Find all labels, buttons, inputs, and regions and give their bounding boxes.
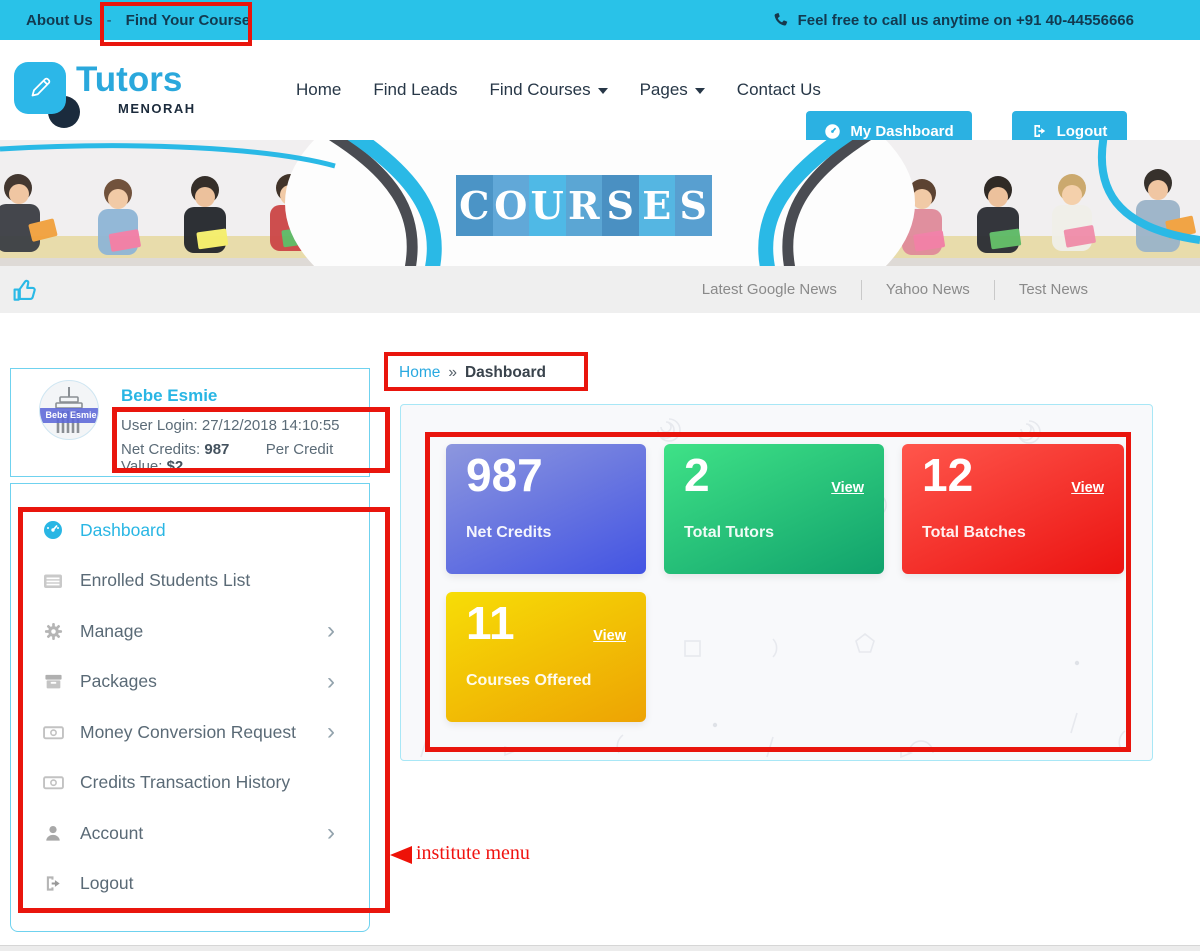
card-value: 987	[466, 448, 543, 502]
phone-callout: Feel free to call us anytime on +91 40-4…	[772, 12, 1134, 29]
banner-title: C O U R S E S	[456, 175, 712, 236]
news-link-test[interactable]: Test News	[995, 281, 1112, 298]
menu-item-money-conversion[interactable]: Money Conversion Request ›	[11, 707, 369, 758]
menu-item-enrolled-students[interactable]: Enrolled Students List	[11, 556, 369, 607]
chevron-right-icon: ›	[327, 670, 335, 694]
site-logo[interactable]: Tutors MENORAH	[12, 52, 232, 130]
annotation-arrow-left-icon	[390, 846, 412, 864]
menu-item-dashboard[interactable]: Dashboard	[11, 505, 369, 556]
banner-letter: U	[529, 175, 566, 236]
banner-letter: C	[456, 175, 493, 236]
breadcrumb-separator: »	[448, 364, 457, 382]
view-tutors-link[interactable]: View	[831, 480, 864, 496]
card-label: Total Batches	[922, 524, 1026, 542]
total-tutors-card: 2 View Total Tutors	[664, 444, 884, 574]
top-utility-bar: About Us - Find Your Course Feel free to…	[0, 0, 1200, 40]
money-bill-icon	[41, 772, 65, 793]
user-info-panel: Bebe Esmie Bebe Esmie User Login: 27/12/…	[10, 368, 370, 477]
menu-item-account[interactable]: Account ›	[11, 808, 369, 859]
menu-item-logout[interactable]: Logout	[11, 859, 369, 910]
hero-banner: C O U R S E S	[0, 140, 1200, 266]
per-credit-value: $2	[167, 458, 184, 475]
menu-item-packages[interactable]: Packages ›	[11, 657, 369, 708]
logo-pencil-icon	[14, 62, 66, 114]
topbar-separator: -	[107, 12, 112, 29]
card-value: 11	[466, 596, 515, 650]
net-credits-value: 987	[204, 441, 229, 458]
nav-find-leads[interactable]: Find Leads	[373, 80, 457, 100]
logout-icon	[41, 874, 65, 893]
news-links: Latest Google News Yahoo News Test News	[678, 280, 1112, 300]
thumbs-up-icon[interactable]	[12, 277, 38, 303]
annotation-institute-menu-label: institute menu	[416, 842, 530, 865]
news-link-google[interactable]: Latest Google News	[678, 281, 861, 298]
nav-home[interactable]: Home	[296, 80, 341, 100]
institute-menu: Dashboard Enrolled Students List Manage …	[10, 483, 370, 932]
card-label: Total Tutors	[684, 524, 774, 542]
footer-top-strip	[0, 945, 1200, 951]
site-header: Tutors MENORAH Home Find Leads Find Cour…	[0, 40, 1200, 140]
nav-contact-us[interactable]: Contact Us	[737, 80, 821, 100]
net-credits-card: 987 Net Credits	[446, 444, 646, 574]
main-nav: Home Find Leads Find Courses Pages Conta…	[296, 40, 821, 140]
chevron-right-icon: ›	[327, 720, 335, 744]
logo-subtitle: MENORAH	[118, 101, 196, 116]
dashboard-gauge-icon	[41, 520, 65, 540]
phone-icon	[772, 12, 789, 29]
archive-box-icon	[41, 672, 65, 691]
breadcrumb: Home » Dashboard	[399, 364, 546, 382]
courses-offered-card: 11 View Courses Offered	[446, 592, 646, 722]
find-your-course-link[interactable]: Find Your Course	[126, 12, 250, 29]
card-label: Courses Offered	[466, 672, 591, 690]
avatar[interactable]: Bebe Esmie	[39, 380, 99, 440]
total-batches-card: 12 View Total Batches	[902, 444, 1124, 574]
page: About Us - Find Your Course Feel free to…	[0, 0, 1200, 951]
gear-icon	[41, 622, 65, 641]
view-courses-link[interactable]: View	[593, 628, 626, 644]
banner-letter: E	[639, 175, 676, 236]
banner-letter: O	[493, 175, 530, 236]
caret-down-icon	[598, 88, 608, 94]
menu-item-manage[interactable]: Manage ›	[11, 606, 369, 657]
banner-letter: S	[602, 175, 639, 236]
chevron-right-icon: ›	[327, 619, 335, 643]
banner-letter: S	[675, 175, 712, 236]
phone-text: Feel free to call us anytime on +91 40-4…	[798, 12, 1134, 29]
caret-down-icon	[695, 88, 705, 94]
logo-title: Tutors	[76, 60, 182, 100]
card-value: 12	[922, 448, 973, 502]
money-bill-icon	[41, 722, 65, 743]
menu-item-credits-history[interactable]: Credits Transaction History	[11, 758, 369, 809]
banner-letter: R	[566, 175, 603, 236]
logout-icon	[1032, 123, 1048, 139]
news-link-yahoo[interactable]: Yahoo News	[862, 281, 994, 298]
card-value: 2	[684, 448, 710, 502]
dashboard-gauge-icon	[824, 123, 841, 140]
user-name[interactable]: Bebe Esmie	[121, 386, 217, 406]
user-login-time: User Login: 27/12/2018 14:10:55	[121, 417, 340, 434]
breadcrumb-home-link[interactable]: Home	[399, 364, 440, 382]
nav-pages[interactable]: Pages	[640, 80, 705, 100]
news-bar: Latest Google News Yahoo News Test News	[0, 266, 1200, 313]
card-label: Net Credits	[466, 524, 551, 542]
view-batches-link[interactable]: View	[1071, 480, 1104, 496]
breadcrumb-current: Dashboard	[465, 364, 546, 382]
user-credit-info: Net Credits: 987 Per Credit Value: $2	[121, 441, 369, 475]
nav-find-courses[interactable]: Find Courses	[489, 80, 607, 100]
about-us-link[interactable]: About Us	[26, 12, 93, 29]
chevron-right-icon: ›	[327, 821, 335, 845]
avatar-name-ribbon: Bebe Esmie	[39, 408, 99, 423]
list-icon	[41, 571, 65, 591]
dashboard-panel: 987 Net Credits 2 View Total Tutors 12 V…	[400, 404, 1153, 761]
user-icon	[41, 824, 65, 842]
